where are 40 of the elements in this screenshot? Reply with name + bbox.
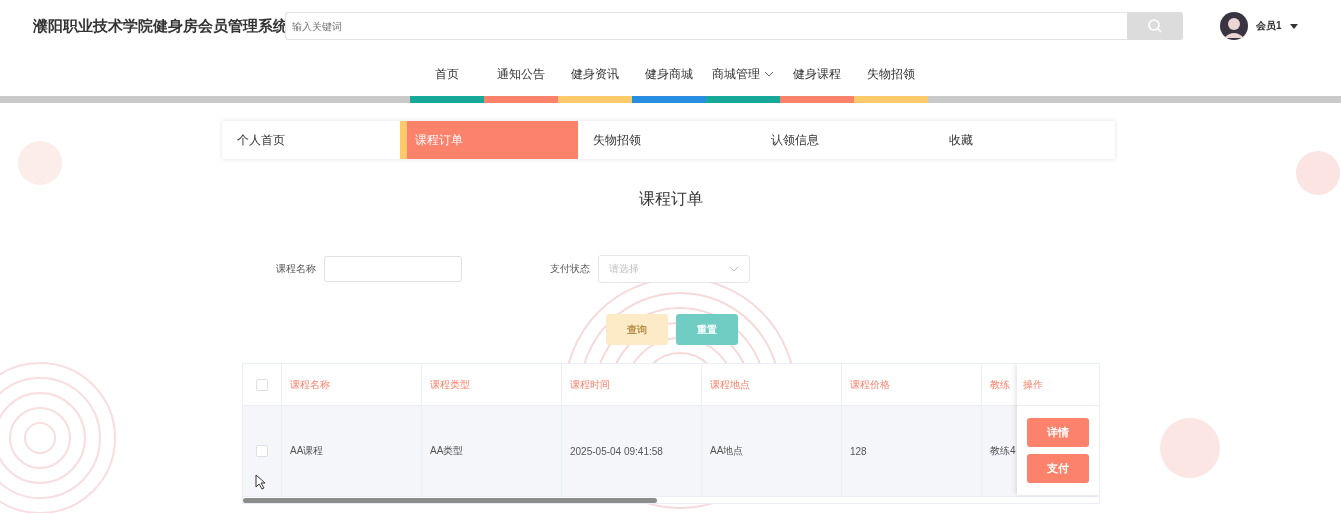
filter-label: 课程名称 [276, 262, 316, 276]
table-cell: AA地点 [702, 406, 842, 496]
scrollbar[interactable] [243, 498, 657, 503]
filter-label: 支付状态 [550, 262, 590, 276]
tab[interactable]: 收藏 [934, 121, 1112, 159]
chevron-down-icon [729, 266, 739, 272]
search-field[interactable]: 输入关键词 [285, 12, 1127, 40]
column-header: 课程名称 [282, 364, 422, 405]
tab[interactable]: 个人首页 [222, 121, 400, 159]
tab[interactable]: 认领信息 [756, 121, 934, 159]
nav-item[interactable]: 健身资讯 [558, 52, 632, 103]
nav-item[interactable]: 健身课程 [780, 52, 854, 103]
table-cell: AA课程 [282, 406, 422, 496]
table-cell: 128 [842, 406, 982, 496]
table-cell: 2025-05-04 09:41:58 [562, 406, 702, 496]
avatar-icon[interactable] [1220, 12, 1248, 40]
caret-icon[interactable] [1289, 23, 1298, 29]
column-header: 课程地点 [702, 364, 842, 405]
column-header: 课程时间 [562, 364, 702, 405]
column-header: 课程价格 [842, 364, 982, 405]
user-menu[interactable]: 会员1 [1256, 19, 1282, 33]
column-header: 课程类型 [422, 364, 562, 405]
checkbox[interactable] [256, 445, 268, 457]
nav-item[interactable]: 商城管理 [706, 52, 780, 103]
decorative-circle [1160, 418, 1220, 478]
cursor-icon [255, 474, 267, 490]
nav-item[interactable]: 健身商城 [632, 52, 706, 103]
chevron-down-icon [764, 71, 774, 77]
tab[interactable]: 失物招领 [578, 121, 756, 159]
column-header: 操作 [1017, 364, 1099, 406]
input-field[interactable] [324, 256, 462, 282]
decorative-circle [1296, 151, 1340, 195]
nav-item[interactable]: 通知公告 [484, 52, 558, 103]
table-cell: AA类型 [422, 406, 562, 496]
search-icon [1147, 18, 1163, 34]
search-button[interactable] [1127, 12, 1183, 40]
checkbox[interactable] [256, 378, 268, 391]
nav-item[interactable]: 失物招领 [854, 52, 928, 103]
nav-item[interactable]: 首页 [410, 52, 484, 103]
page-title: 课程订单 [637, 189, 704, 209]
